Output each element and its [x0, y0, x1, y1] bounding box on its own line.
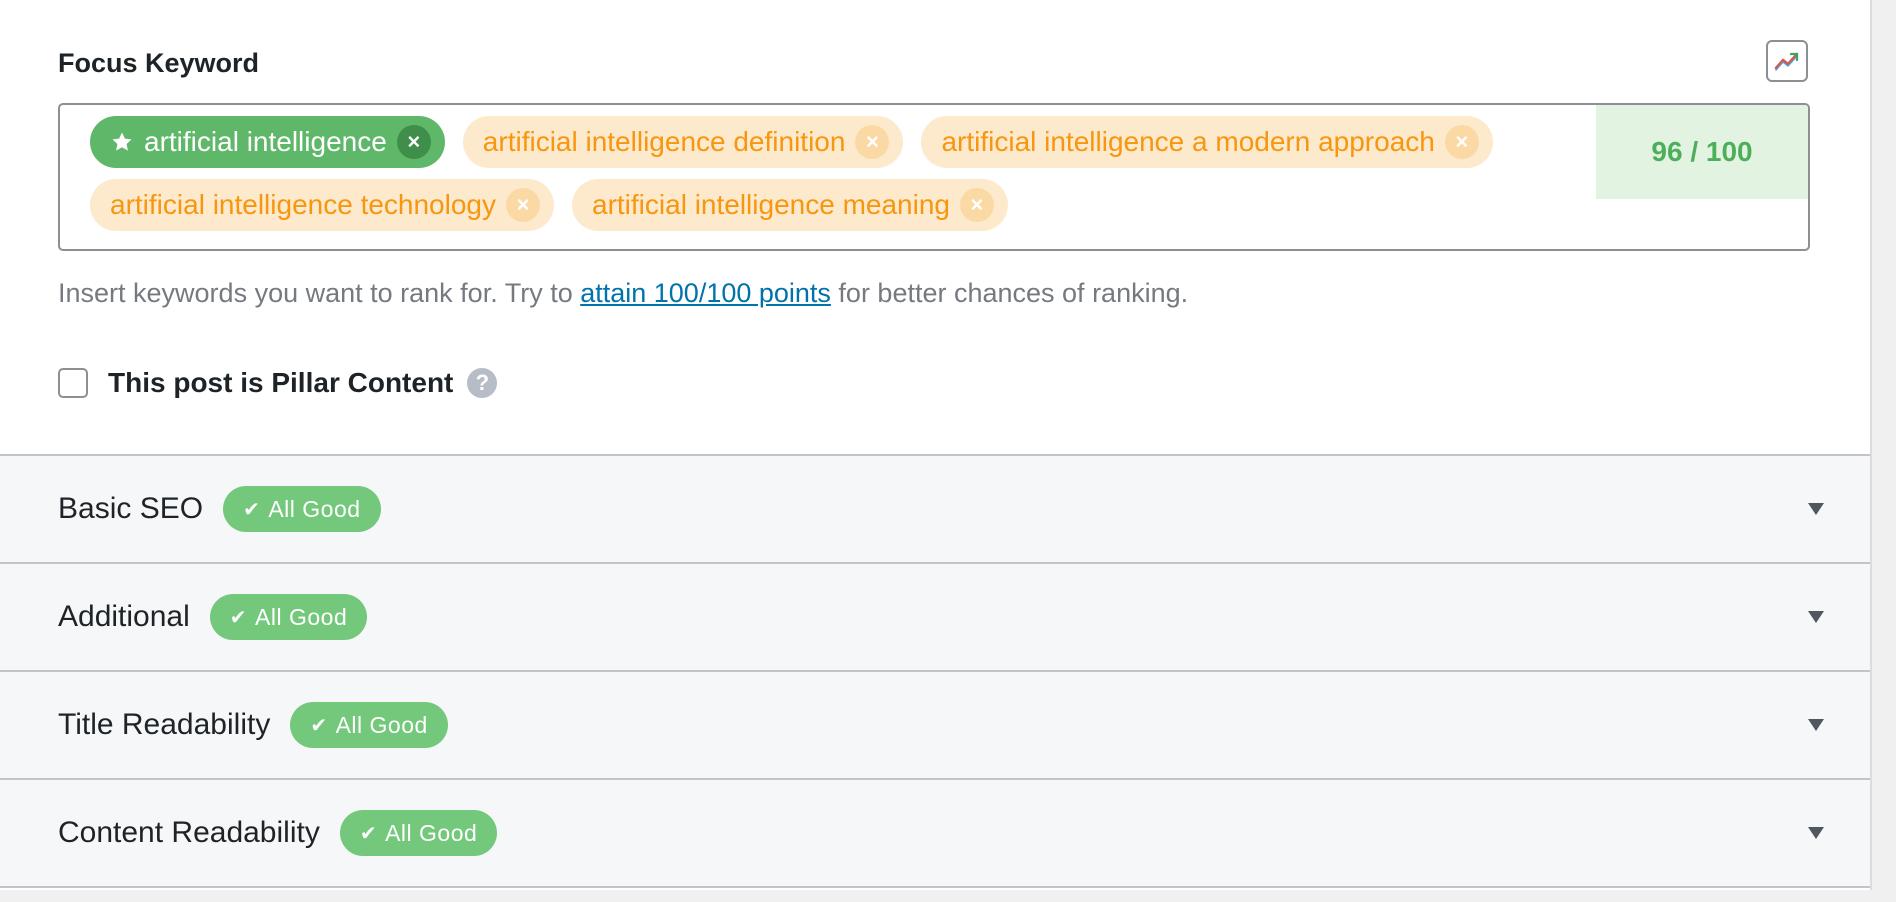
secondary-keyword-tag[interactable]: artificial intelligence definition ×	[462, 116, 904, 168]
primary-keyword-tag[interactable]: artificial intelligence ×	[90, 116, 445, 168]
focus-keyword-help: Insert keywords you want to rank for. Tr…	[58, 278, 1188, 309]
attain-points-link[interactable]: attain 100/100 points	[580, 278, 831, 308]
check-icon: ✔	[243, 498, 261, 521]
status-badge-label: All Good	[268, 495, 361, 522]
keyword-tag-list: artificial intelligence × artificial intel…	[90, 116, 1650, 231]
secondary-keyword-tag[interactable]: artificial intelligence meaning ×	[572, 179, 1008, 231]
secondary-keyword-tag[interactable]: artificial intelligence a modern approac…	[921, 116, 1493, 168]
chevron-down-icon[interactable]	[1808, 503, 1824, 515]
focus-keyword-input[interactable]: artificial intelligence × artificial intel…	[58, 103, 1810, 251]
trend-chart-icon	[1774, 52, 1799, 71]
help-text-suffix: for better chances of ranking.	[830, 278, 1189, 308]
analysis-section-header[interactable]: Additional ✔ All Good	[0, 564, 1870, 672]
help-text-prefix: Insert keywords you want to rank for. Tr…	[58, 278, 581, 308]
remove-keyword-icon[interactable]: ×	[959, 188, 994, 222]
secondary-keyword-tag[interactable]: artificial intelligence technology ×	[90, 179, 554, 231]
pillar-content-label[interactable]: This post is Pillar Content	[108, 367, 453, 399]
remove-keyword-icon[interactable]: ×	[1444, 125, 1479, 159]
status-badge: ✔ All Good	[223, 486, 381, 532]
keyword-tag-label: artificial intelligence	[144, 126, 387, 157]
status-badge-label: All Good	[335, 711, 428, 738]
pillar-content-checkbox[interactable]	[58, 368, 88, 398]
chevron-down-icon[interactable]	[1808, 611, 1824, 623]
keyword-tag-label: artificial intelligence meaning	[592, 189, 950, 220]
keyword-tag-label: artificial intelligence a modern approac…	[941, 126, 1435, 157]
check-icon: ✔	[310, 714, 328, 737]
remove-keyword-icon[interactable]: ×	[506, 188, 540, 222]
section-title: Title Readability	[58, 708, 271, 741]
keyword-tag-label: artificial intelligence technology	[110, 189, 496, 220]
analysis-sections: Basic SEO ✔ All Good Additional ✔ All Good Tit…	[0, 456, 1870, 888]
keyword-score: 96 / 100	[1596, 105, 1808, 199]
status-badge: ✔ All Good	[339, 810, 498, 856]
status-badge: ✔ All Good	[209, 594, 368, 640]
check-icon: ✔	[359, 822, 378, 845]
section-title: Content Readability	[58, 816, 320, 849]
status-badge-label: All Good	[385, 819, 478, 846]
focus-keyword-area: Focus Keyword artificial intelligence × ar…	[0, 0, 1870, 456]
status-badge-label: All Good	[255, 603, 348, 630]
remove-keyword-icon[interactable]: ×	[396, 125, 431, 159]
seo-panel: Focus Keyword artificial intelligence × ar…	[0, 0, 1872, 890]
keyword-tag-label: artificial intelligence definition	[482, 126, 846, 157]
help-icon[interactable]: ?	[467, 368, 498, 398]
chevron-down-icon[interactable]	[1808, 827, 1824, 839]
analysis-section-header[interactable]: Content Readability ✔ All Good	[0, 780, 1870, 888]
remove-keyword-icon[interactable]: ×	[855, 125, 890, 159]
status-badge: ✔ All Good	[290, 702, 448, 748]
star-icon	[110, 130, 134, 154]
pillar-content-row: This post is Pillar Content ?	[58, 367, 498, 399]
section-title: Basic SEO	[58, 492, 204, 525]
analysis-section-header[interactable]: Basic SEO ✔ All Good	[0, 456, 1870, 564]
trend-button[interactable]	[1766, 40, 1808, 82]
section-title: Additional	[58, 600, 190, 633]
chevron-down-icon[interactable]	[1808, 719, 1824, 731]
focus-keyword-label: Focus Keyword	[58, 48, 260, 78]
analysis-section-header[interactable]: Title Readability ✔ All Good	[0, 672, 1870, 780]
check-icon: ✔	[229, 606, 248, 629]
